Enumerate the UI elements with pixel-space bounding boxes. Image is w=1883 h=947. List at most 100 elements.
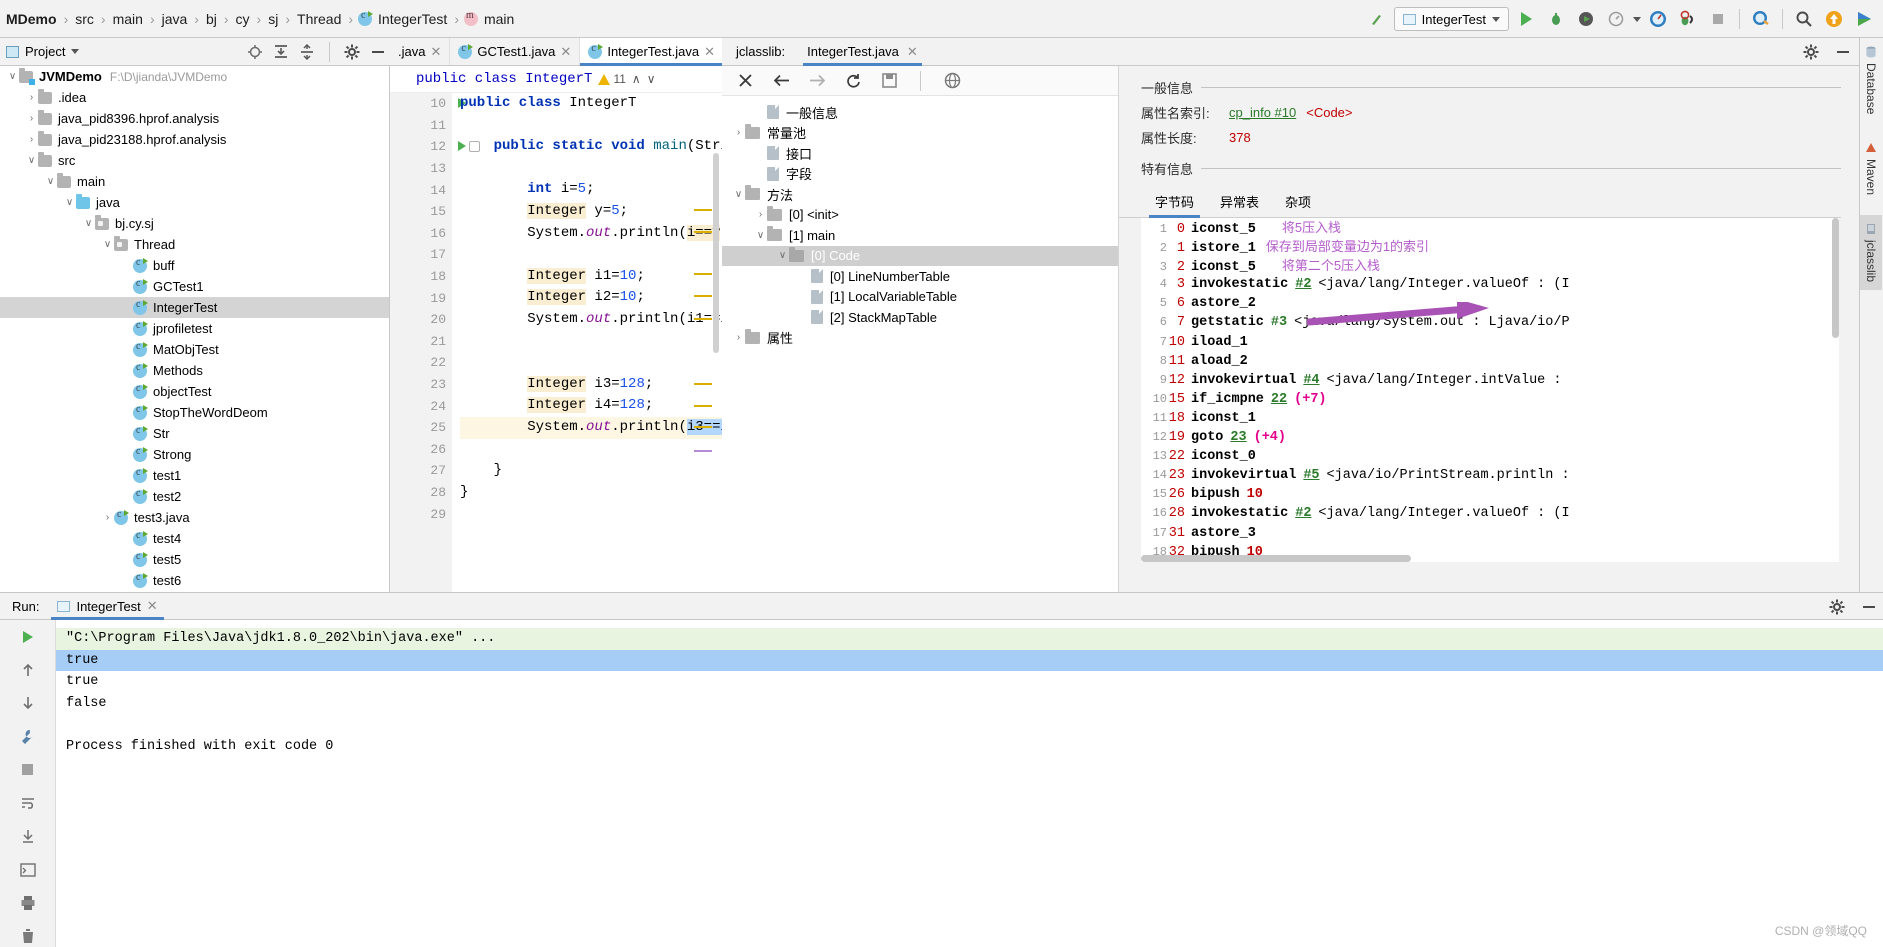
constant-pool-ref-link[interactable]: #2	[1295, 504, 1311, 523]
settings-gear-icon[interactable]	[1803, 44, 1819, 60]
project-tree-item[interactable]: › java_pid23188.hprof.analysis	[0, 129, 389, 150]
editor-body[interactable]: 10 11 12 13 14 15 16 17 18 19 20 21 22 23 24 25 26 27 28 29…	[390, 93, 722, 592]
breadcrumb-item-sj[interactable]: sj	[266, 11, 280, 27]
project-tree-item[interactable]: jprofiletest	[0, 318, 389, 339]
wrench-icon[interactable]	[16, 726, 40, 747]
search-icon[interactable]	[1791, 6, 1817, 32]
bytecode-vertical-scrollbar[interactable]	[1832, 218, 1839, 338]
bytecode-row[interactable]: 13 22 iconst_0	[1141, 447, 1839, 466]
collapse-all-icon[interactable]	[299, 44, 315, 60]
bytecode-row[interactable]: 6 7 getstatic #3 <java/lang/System.out : Lja…	[1141, 313, 1839, 332]
monitor-icon[interactable]	[1645, 6, 1671, 32]
bytecode-row[interactable]: 16 28 invokestatic #2 <java/lang/Integer.val…	[1141, 504, 1839, 523]
jclasslib-tree-item[interactable]: 接口	[722, 143, 1118, 164]
prev-problem-icon[interactable]: ∧	[632, 72, 641, 86]
code-editor[interactable]: public class IntegerT 11 ∧ ∨ 10 11 12 13 14 1…	[390, 66, 722, 592]
reload-icon[interactable]	[844, 72, 862, 90]
project-tree-item[interactable]: › java_pid8396.hprof.analysis	[0, 108, 389, 129]
disclosure-triangle-icon[interactable]: ∨	[754, 230, 767, 241]
hide-panel-icon[interactable]	[370, 44, 386, 60]
tab-misc[interactable]: 杂项	[1285, 192, 1311, 217]
chevron-down-icon[interactable]	[71, 49, 80, 54]
close-icon[interactable]: ✕	[430, 44, 441, 60]
disclosure-triangle-icon[interactable]: ›	[754, 209, 767, 220]
bytecode-row[interactable]: 11 18 iconst_1	[1141, 409, 1839, 428]
close-icon[interactable]: ✕	[560, 44, 571, 60]
project-tree-item[interactable]: ∨ JVMDemo F:\D\jianda\JVMDemo	[0, 66, 389, 87]
jclasslib-tree-item[interactable]: ∨ 方法	[722, 184, 1118, 205]
scroll-to-end-icon[interactable]	[16, 826, 40, 847]
bytecode-row[interactable]: 8 11 aload_2	[1141, 352, 1839, 371]
locate-icon[interactable]	[247, 44, 263, 60]
project-tree[interactable]: ∨ JVMDemo F:\D\jianda\JVMDemo › .idea › java_p…	[0, 66, 390, 592]
project-tree-item[interactable]: IntegerTest	[0, 297, 389, 318]
bytecode-row[interactable]: 2 1 istore_1 保存到局部变量边为1的索引	[1141, 237, 1839, 256]
editor-tab-integertest[interactable]: IntegerTest.java ✕	[580, 38, 725, 66]
disclosure-triangle-icon[interactable]: ∨	[63, 197, 76, 208]
down-arrow-icon[interactable]	[16, 693, 40, 714]
expand-all-icon[interactable]	[273, 44, 289, 60]
run-with-coverage-button[interactable]	[1573, 6, 1599, 32]
bytecode-jump-target[interactable]: 22	[1271, 390, 1287, 409]
constant-pool-ref[interactable]: #3	[1271, 313, 1287, 332]
save-icon[interactable]	[880, 72, 898, 90]
project-tree-item[interactable]: test4	[0, 528, 389, 549]
project-tree-item[interactable]: ∨ main	[0, 171, 389, 192]
attach-profiler-icon[interactable]	[1748, 6, 1774, 32]
up-arrow-icon[interactable]	[16, 659, 40, 680]
tab-bytecode[interactable]: 字节码	[1148, 192, 1201, 218]
bytecode-row[interactable]: 4 3 invokestatic #2 <java/lang/Integer.value…	[1141, 275, 1839, 294]
forward-arrow-icon[interactable]	[808, 72, 826, 90]
disclosure-triangle-icon[interactable]: ∨	[82, 218, 95, 229]
bytecode-row[interactable]: 14 23 invokevirtual #5 <java/io/PrintStream.…	[1141, 466, 1839, 485]
jclasslib-tree-item[interactable]: [2] StackMapTable	[722, 307, 1118, 328]
project-tree-item[interactable]: ∨ Thread	[0, 234, 389, 255]
jclasslib-tab[interactable]: IntegerTest.java ✕	[803, 38, 922, 66]
close-icon[interactable]: ✕	[147, 598, 158, 614]
tab-exception-table[interactable]: 异常表	[1220, 192, 1259, 217]
jclasslib-tree-item[interactable]: › [0] <init>	[722, 205, 1118, 226]
bytecode-jump-target[interactable]: 23	[1230, 428, 1246, 447]
project-tree-item[interactable]: ∨ src	[0, 150, 389, 171]
browse-globe-icon[interactable]	[943, 72, 961, 90]
jclasslib-tree-item[interactable]: 一般信息	[722, 102, 1118, 123]
jclasslib-tree-panel[interactable]: 一般信息 › 常量池 接口 字段 ∨ 方法 › [0] <init> ∨ [1] main ∨ [0] …	[722, 66, 1119, 592]
breadcrumb-item-cy[interactable]: cy	[234, 11, 252, 27]
project-tree-item[interactable]: ∨ java	[0, 192, 389, 213]
close-icon[interactable]: ✕	[704, 44, 715, 60]
stop-icon[interactable]	[16, 759, 40, 780]
breadcrumb-item-main-method[interactable]: main	[463, 10, 516, 27]
next-problem-icon[interactable]: ∨	[647, 72, 656, 86]
stop-icon[interactable]	[1705, 6, 1731, 32]
project-tree-item[interactable]: buff	[0, 255, 389, 276]
bytecode-row[interactable]: 12 19 goto 23 (+4)	[1141, 428, 1839, 447]
disclosure-triangle-icon[interactable]: ∨	[6, 71, 19, 82]
editor-code-area[interactable]: public class IntegerT public static void…	[452, 93, 722, 592]
bytecode-listing[interactable]: 1 0 iconst_5 将5压入栈 2 1 istore_1 保存到局部变量边为1的索引 3 2…	[1141, 218, 1839, 562]
close-icon[interactable]: ✕	[907, 44, 918, 60]
print-icon[interactable]	[16, 892, 40, 913]
share-icon[interactable]	[1851, 6, 1877, 32]
breadcrumb-item-project[interactable]: MDemo	[4, 11, 59, 27]
disclosure-triangle-icon[interactable]: ∨	[25, 155, 38, 166]
breadcrumb-item-src[interactable]: src	[73, 11, 96, 27]
breadcrumb-item-java[interactable]: java	[160, 11, 190, 27]
tool-window-maven[interactable]: Maven	[1860, 134, 1882, 203]
trash-icon[interactable]	[16, 926, 40, 947]
project-tree-item[interactable]: Methods	[0, 360, 389, 381]
disclosure-triangle-icon[interactable]: ›	[732, 127, 745, 138]
update-project-icon[interactable]	[1821, 6, 1847, 32]
rerun-icon[interactable]	[16, 626, 40, 647]
jclasslib-tree-item[interactable]: [0] LineNumberTable	[722, 266, 1118, 287]
jclasslib-tree-item[interactable]: ∨ [0] Code	[722, 245, 1118, 266]
tool-window-database[interactable]: Database	[1860, 38, 1882, 122]
breadcrumb-item-main[interactable]: main	[111, 11, 145, 27]
constant-pool-ref-link[interactable]: #4	[1303, 371, 1319, 390]
bytecode-row[interactable]: 7 10 iload_1	[1141, 333, 1839, 352]
disclosure-triangle-icon[interactable]: ›	[25, 92, 38, 103]
bytecode-horizontal-scrollbar[interactable]	[1141, 555, 1411, 562]
disclosure-triangle-icon[interactable]: ›	[101, 512, 114, 523]
jclasslib-tree-item[interactable]: 字段	[722, 164, 1118, 185]
build-hammer-icon[interactable]	[1364, 6, 1390, 32]
jclasslib-tree-item[interactable]: › 属性	[722, 328, 1118, 349]
